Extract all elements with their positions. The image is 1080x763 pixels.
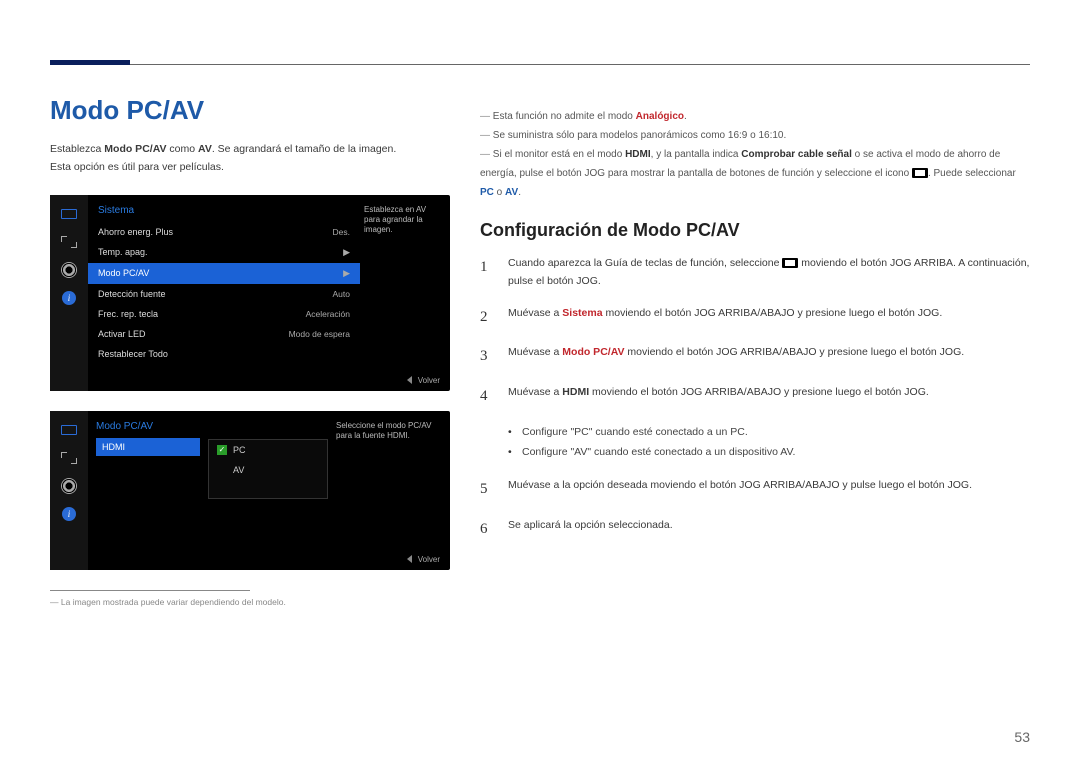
- step-text: Muévase a Modo PC/AV moviendo el botón J…: [508, 344, 1030, 362]
- osd-option-av: AV: [209, 460, 327, 480]
- osd-description: Seleccione el modo PC/AV para la fuente …: [328, 421, 450, 551]
- step-text: Muévase a HDMI moviendo el botón JOG ARR…: [508, 384, 1030, 402]
- sub-bullets: Configure "PC" cuando esté conectado a u…: [508, 423, 1030, 463]
- osd-row: Ahorro energ. PlusDes.: [88, 222, 360, 242]
- menu-icon: [782, 258, 798, 268]
- osd-row: Temp. apag.▶: [88, 242, 360, 263]
- osd-footer: Volver: [88, 372, 450, 391]
- osd-row: Detección fuenteAuto: [88, 284, 360, 304]
- bullet-item: Configure "PC" cuando esté conectado a u…: [508, 423, 1030, 443]
- osd-row: Activar LEDModo de espera: [88, 324, 360, 344]
- gear-icon: [60, 479, 78, 493]
- osd-sidebar: i: [50, 195, 88, 391]
- osd-screenshot-pcav: i Modo PC/AV HDMI ✓PC AV Seleccione el m…: [50, 411, 450, 570]
- osd-option-list: ✓PC AV: [208, 439, 328, 499]
- header-accent: [50, 60, 130, 65]
- notes-block: Esta función no admite el modo Analógico…: [480, 107, 1030, 202]
- osd-row: Restablecer Todo: [88, 344, 360, 364]
- info-icon: i: [60, 291, 78, 305]
- gear-icon: [60, 263, 78, 277]
- page-title: Modo PC/AV: [50, 95, 450, 126]
- section-heading: Configuración de Modo PC/AV: [480, 220, 1030, 241]
- step-number: 3: [480, 344, 494, 370]
- info-icon: i: [60, 507, 78, 521]
- osd-source-item: HDMI: [96, 438, 200, 456]
- footnote: ― La imagen mostrada puede variar depend…: [50, 597, 450, 607]
- osd-footer: Volver: [88, 551, 450, 570]
- menu-icon: [912, 168, 928, 178]
- header-rule: [60, 0, 1030, 65]
- back-arrow-icon: [407, 555, 412, 563]
- monitor-icon: [60, 423, 78, 437]
- osd-sidebar: i: [50, 411, 88, 570]
- osd-screenshot-sistema: i Sistema Establezca en AV para agrandar…: [50, 195, 450, 391]
- osd-row: Frec. rep. teclaAceleración: [88, 304, 360, 324]
- check-icon: ✓: [217, 445, 227, 455]
- step-number: 6: [480, 517, 494, 543]
- osd-submenu-title: Modo PC/AV: [96, 421, 200, 438]
- step-text: Cuando aparezca la Guía de teclas de fun…: [508, 255, 1030, 291]
- size-icon: [60, 451, 78, 465]
- osd-row-selected: Modo PC/AV▶: [88, 263, 360, 284]
- step-text: Se aplicará la opción seleccionada.: [508, 517, 1030, 535]
- page-number: 53: [1014, 729, 1030, 745]
- step-text: Muévase a la opción deseada moviendo el …: [508, 477, 1030, 495]
- intro-text: Establezca Modo PC/AV como AV. Se agrand…: [50, 141, 450, 177]
- steps-list: 1 Cuando aparezca la Guía de teclas de fu…: [480, 255, 1030, 409]
- step-number: 2: [480, 305, 494, 331]
- osd-option-pc: ✓PC: [209, 440, 327, 460]
- size-icon: [60, 235, 78, 249]
- footnote-rule: [50, 590, 250, 591]
- step-number: 1: [480, 255, 494, 281]
- step-number: 5: [480, 477, 494, 503]
- back-arrow-icon: [407, 376, 412, 384]
- bullet-item: Configure "AV" cuando esté conectado a u…: [508, 443, 1030, 463]
- step-number: 4: [480, 384, 494, 410]
- monitor-icon: [60, 207, 78, 221]
- osd-description: Establezca en AV para agrandar la imagen…: [364, 205, 444, 236]
- step-text: Muévase a Sistema moviendo el botón JOG …: [508, 305, 1030, 323]
